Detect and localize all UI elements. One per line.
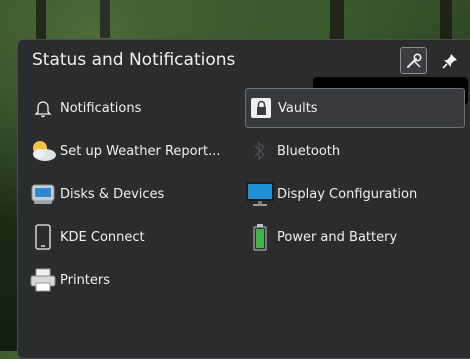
bluetooth-icon: [245, 136, 275, 166]
wallpaper-tree: [100, 0, 110, 38]
wallpaper-tree: [330, 0, 344, 40]
configure-button[interactable]: [400, 47, 427, 74]
weather-icon: [28, 136, 58, 166]
wallpaper-tree: [440, 0, 452, 40]
item-printers[interactable]: Printers: [28, 260, 238, 300]
pin-button[interactable]: [436, 47, 463, 74]
vault-lock-icon: [246, 93, 276, 123]
item-label: KDE Connect: [60, 229, 145, 245]
item-display-configuration[interactable]: Display Configuration: [245, 174, 465, 214]
item-label: Display Configuration: [277, 186, 418, 202]
item-disks-devices[interactable]: Disks & Devices: [28, 174, 238, 214]
item-bluetooth[interactable]: Bluetooth: [245, 131, 465, 171]
wallpaper-tree: [36, 0, 46, 40]
monitor-icon: [245, 179, 275, 209]
battery-icon: [245, 222, 275, 252]
item-label: Set up Weather Report...: [60, 143, 221, 159]
popup-title: Status and Notifications: [32, 50, 236, 70]
item-label: Power and Battery: [277, 229, 398, 245]
item-notifications[interactable]: Notifications: [28, 88, 238, 128]
item-weather[interactable]: Set up Weather Report...: [28, 131, 238, 171]
item-label: Printers: [60, 272, 111, 288]
item-label: Bluetooth: [277, 143, 341, 159]
item-label: Notifications: [60, 100, 142, 116]
pin-icon: [441, 53, 457, 69]
configure-icon: [406, 52, 422, 68]
item-power-battery[interactable]: Power and Battery: [245, 217, 465, 257]
status-notifications-popup: Status and Notifications Notifications S…: [17, 39, 470, 359]
item-vaults[interactable]: Vaults: [245, 88, 465, 128]
phone-icon: [28, 222, 58, 252]
disk-drive-icon: [28, 179, 58, 209]
bell-icon: [28, 93, 58, 123]
item-kde-connect[interactable]: KDE Connect: [28, 217, 238, 257]
item-label: Disks & Devices: [60, 186, 165, 202]
item-label: Vaults: [278, 100, 318, 116]
printer-icon: [28, 265, 58, 295]
